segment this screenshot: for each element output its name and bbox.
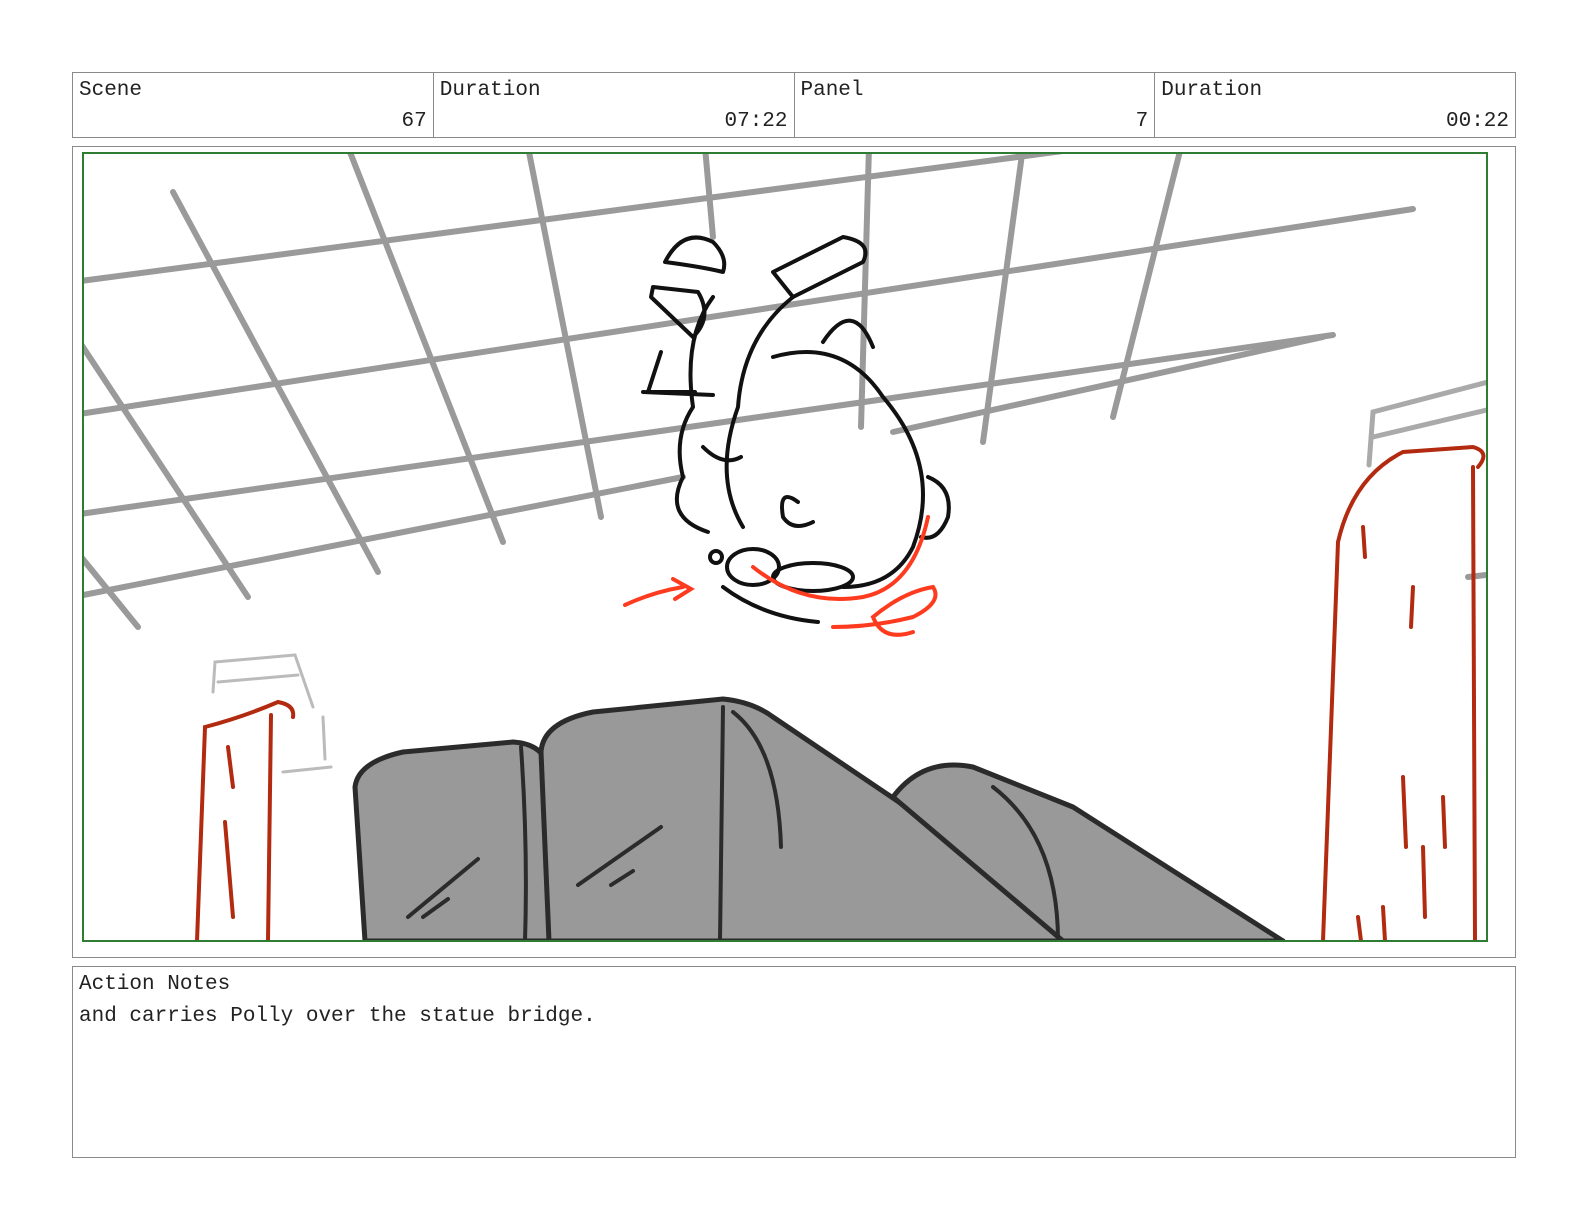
panel-value: 7 (1135, 110, 1149, 133)
panel-label: Panel (800, 79, 864, 102)
action-notes-label: Action Notes (79, 973, 231, 996)
scene-duration-value: 07:22 (724, 110, 788, 133)
action-notes-text: and carries Polly over the statue bridge… (79, 1005, 596, 1028)
panel-duration-value: 00:22 (1445, 110, 1509, 133)
ceiling-grid (83, 153, 1487, 630)
scene-label: Scene (79, 79, 143, 102)
scene-value: 67 (401, 110, 427, 133)
panel-duration-cell: Duration 00:22 (1155, 73, 1515, 137)
storyboard-panel (72, 146, 1516, 958)
storyboard-header: Scene 67 Duration 07:22 Panel 7 Duration… (72, 72, 1516, 138)
scene-cell: Scene 67 (73, 73, 434, 137)
right-statue-back (1366, 379, 1487, 468)
panel-sketch (82, 152, 1488, 942)
panel-duration-label: Duration (1161, 79, 1263, 102)
scene-duration-label: Duration (439, 79, 541, 102)
panel-cell: Panel 7 (795, 73, 1156, 137)
action-notes-box: Action Notes and carries Polly over the … (72, 966, 1516, 1158)
scene-duration-cell: Duration 07:22 (434, 73, 795, 137)
stone-bridge (352, 696, 1286, 941)
